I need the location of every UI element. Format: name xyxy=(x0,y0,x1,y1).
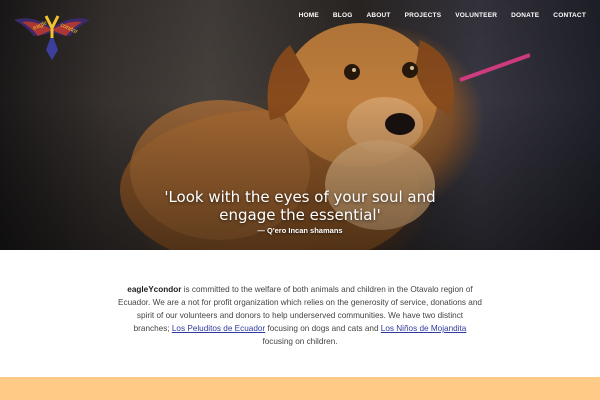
nav-home[interactable]: HOME xyxy=(299,12,319,19)
nav-about[interactable]: ABOUT xyxy=(366,12,390,19)
eagleycondor-logo[interactable]: eagle condor xyxy=(12,6,92,62)
main-nav: HOME BLOG ABOUT PROJECTS VOLUNTEER DONAT… xyxy=(299,12,586,19)
nav-volunteer[interactable]: VOLUNTEER xyxy=(455,12,497,19)
quote-attribution: — Q'ero Incan shamans xyxy=(257,226,343,235)
brand-name: eagleYcondor xyxy=(127,285,182,294)
hero-banner: eagle condor HOME BLOG ABOUT PROJECTS VO… xyxy=(0,0,600,250)
hero-quote: 'Look with the eyes of your soul and eng… xyxy=(0,188,600,224)
nav-donate[interactable]: DONATE xyxy=(511,12,539,19)
intro-text-2: focusing on dogs and cats and xyxy=(265,324,381,333)
quote-line-1: 'Look with the eyes of your soul and xyxy=(164,188,436,206)
link-los-ninos[interactable]: Los Niños de Mojandita xyxy=(381,324,467,333)
nav-blog[interactable]: BLOG xyxy=(333,12,353,19)
orange-section-band xyxy=(0,377,600,400)
link-los-peluditos[interactable]: Los Peluditos de Ecuador xyxy=(172,324,265,333)
quote-line-2: engage the essential' xyxy=(219,206,381,224)
nav-contact[interactable]: CONTACT xyxy=(553,12,586,19)
intro-paragraph: eagleYcondor is committed to the welfare… xyxy=(118,283,482,348)
intro-text-3: focusing on children. xyxy=(262,337,338,346)
nav-projects[interactable]: PROJECTS xyxy=(405,12,442,19)
